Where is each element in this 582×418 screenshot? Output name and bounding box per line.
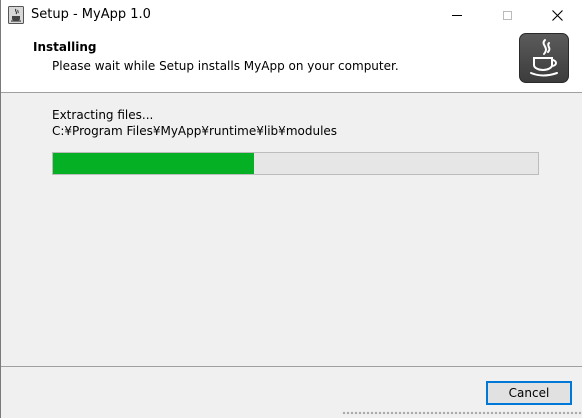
page-title: Installing xyxy=(33,40,97,54)
status-label: Extracting files... xyxy=(52,108,154,122)
current-file-path: C:¥Program Files¥MyApp¥runtime¥lib¥modul… xyxy=(52,124,338,138)
window-title: Setup - MyApp 1.0 xyxy=(31,7,151,22)
maximize-icon xyxy=(502,10,512,20)
setup-window: Setup - MyApp 1.0 Installing Please wait… xyxy=(0,0,582,418)
java-logo-icon xyxy=(519,33,569,83)
install-progress-bar xyxy=(52,152,539,175)
progress-fill xyxy=(53,153,254,174)
java-cup-icon xyxy=(530,39,558,77)
resize-grip[interactable] xyxy=(342,411,582,415)
minimize-button[interactable] xyxy=(434,0,480,30)
footer-divider xyxy=(1,366,582,367)
page-subtitle: Please wait while Setup installs MyApp o… xyxy=(52,59,399,73)
close-icon xyxy=(551,9,563,21)
title-bar[interactable]: Setup - MyApp 1.0 xyxy=(1,0,582,30)
close-button[interactable] xyxy=(534,0,580,30)
maximize-button[interactable] xyxy=(484,0,530,30)
minimize-icon xyxy=(452,14,462,16)
wizard-header: Installing Please wait while Setup insta… xyxy=(1,30,582,93)
installer-icon xyxy=(8,6,24,24)
cancel-button[interactable]: Cancel xyxy=(486,381,572,405)
